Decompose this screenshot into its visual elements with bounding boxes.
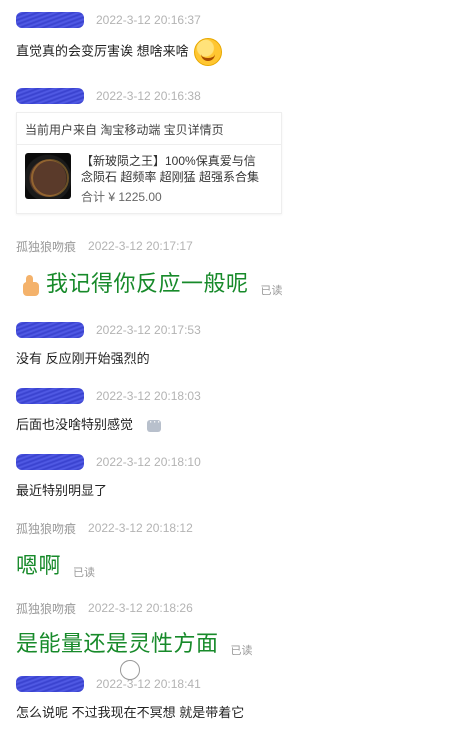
redacted-sender xyxy=(16,454,84,470)
message-meta: 孤独狼吻痕 2022-3-12 20:17:17 xyxy=(16,236,456,256)
product-title-line2: 念陨石 超频率 超刚猛 超强系合集 xyxy=(81,170,260,184)
redacted-sender xyxy=(16,12,84,28)
message-meta: 2022-3-12 20:16:37 xyxy=(16,10,456,30)
pointer-icon xyxy=(120,660,140,680)
message-text: 怎么说呢 不过我现在不冥想 就是带着它 xyxy=(16,705,245,720)
message-time: 2022-3-12 20:17:53 xyxy=(96,323,201,337)
message-text-row: 直觉真的会变厉害诶 想啥来啥 xyxy=(16,38,456,66)
message-meta: 孤独狼吻痕 2022-3-12 20:18:12 xyxy=(16,518,456,538)
message-meta: 孤独狼吻痕 2022-3-12 20:18:26 xyxy=(16,598,456,618)
message-meta: 2022-3-12 20:18:03 xyxy=(16,386,456,406)
message-sender: 孤独狼吻痕 xyxy=(16,239,77,254)
message-item: 孤独狼吻痕 2022-3-12 20:18:12 嗯啊 已读 xyxy=(16,518,456,580)
read-status: 已读 xyxy=(260,285,283,297)
message-text: 最近特别明显了 xyxy=(16,483,108,498)
product-card-header: 当前用户来自 淘宝移动端 宝贝详情页 xyxy=(17,113,281,145)
message-time: 2022-3-12 20:18:10 xyxy=(96,455,201,469)
message-time: 2022-3-12 20:16:37 xyxy=(96,13,201,27)
message-item: 2022-3-12 20:18:03 后面也没啥特别感觉 xyxy=(16,386,456,433)
message-text: 直觉真的会变厉害诶 想啥来啥 xyxy=(16,43,189,59)
message-text-row: 是能量还是灵性方面 已读 xyxy=(16,626,456,658)
product-price: 合计 ¥ 1225.00 xyxy=(81,190,162,204)
message-sender: 孤独狼吻痕 xyxy=(16,521,77,536)
product-card[interactable]: 当前用户来自 淘宝移动端 宝贝详情页 【新玻陨之王】100%保真爱与信 念陨石 … xyxy=(16,112,282,214)
message-meta: 2022-3-12 20:16:38 xyxy=(16,86,456,106)
thumbs-up-emoji-icon xyxy=(16,272,42,298)
message-time: 2022-3-12 20:18:03 xyxy=(96,389,201,403)
message-text: 我记得你反应一般呢 xyxy=(46,271,249,296)
product-card-body: 【新玻陨之王】100%保真爱与信 念陨石 超频率 超刚猛 超强系合集 合计 ¥ … xyxy=(17,145,281,213)
message-text: 没有 反应刚开始强烈的 xyxy=(16,351,150,366)
message-time: 2022-3-12 20:16:38 xyxy=(96,89,201,103)
message-text-row: 嗯啊 已读 xyxy=(16,548,456,580)
redacted-sender xyxy=(16,88,84,104)
message-item: 孤独狼吻痕 2022-3-12 20:18:26 是能量还是灵性方面 已读 xyxy=(16,598,456,658)
message-item: 2022-3-12 20:16:38 xyxy=(16,86,456,106)
message-item: 2022-3-12 20:16:37 直觉真的会变厉害诶 想啥来啥 xyxy=(16,10,456,66)
read-status: 已读 xyxy=(230,645,253,657)
message-text: 嗯啊 xyxy=(16,553,62,578)
message-text: 后面也没啥特别感觉 xyxy=(16,417,134,432)
redacted-sender xyxy=(16,322,84,338)
message-text-row: 我记得你反应一般呢 已读 xyxy=(16,266,456,298)
message-time: 2022-3-12 20:17:17 xyxy=(88,239,193,253)
message-meta: 2022-3-12 20:18:10 xyxy=(16,452,456,472)
message-text: 是能量还是灵性方面 xyxy=(16,631,219,656)
redacted-sender xyxy=(16,676,84,692)
typing-icon xyxy=(146,414,161,432)
product-thumbnail xyxy=(25,153,71,199)
message-text-row: 后面也没啥特别感觉 xyxy=(16,414,456,433)
laugh-emoji-icon xyxy=(194,38,223,66)
message-item: 孤独狼吻痕 2022-3-12 20:17:17 我记得你反应一般呢 已读 xyxy=(16,236,456,298)
message-item: 2022-3-12 20:17:53 没有 反应刚开始强烈的 xyxy=(16,320,456,367)
product-title-line1: 【新玻陨之王】100%保真爱与信 xyxy=(81,154,256,168)
message-time: 2022-3-12 20:18:26 xyxy=(88,601,193,615)
read-status: 已读 xyxy=(73,567,96,579)
product-info: 【新玻陨之王】100%保真爱与信 念陨石 超频率 超刚猛 超强系合集 合计 ¥ … xyxy=(81,153,259,205)
message-meta: 2022-3-12 20:18:41 xyxy=(16,674,456,694)
redacted-sender xyxy=(16,388,84,404)
message-item: 2022-3-12 20:18:41 怎么说呢 不过我现在不冥想 就是带着它 xyxy=(16,674,456,721)
message-time: 2022-3-12 20:18:41 xyxy=(96,677,201,691)
message-sender: 孤独狼吻痕 xyxy=(16,601,77,616)
message-item: 2022-3-12 20:18:10 最近特别明显了 xyxy=(16,452,456,499)
message-meta: 2022-3-12 20:17:53 xyxy=(16,320,456,340)
message-time: 2022-3-12 20:18:12 xyxy=(88,521,193,535)
